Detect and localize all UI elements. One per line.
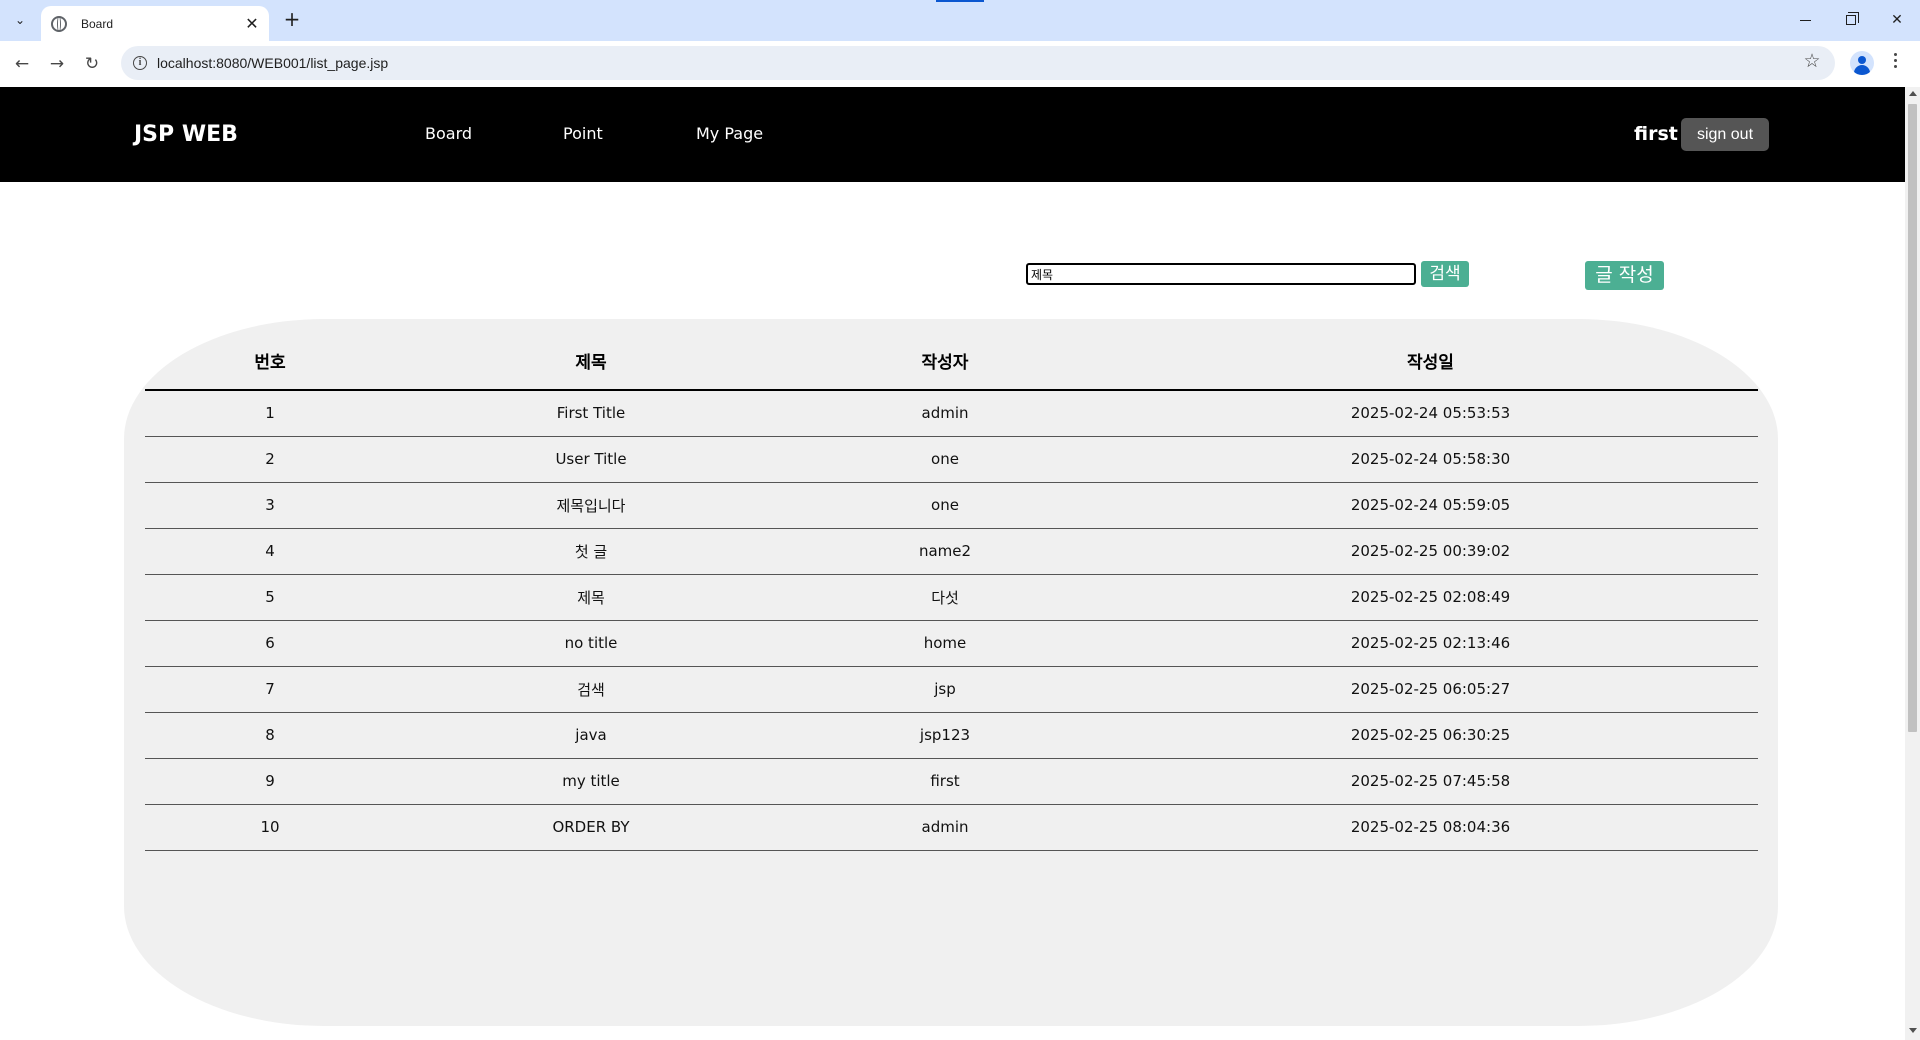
table-row[interactable]: 8 java jsp123 2025-02-25 06:30:25 (145, 712, 1758, 759)
cell-author: 다섯 (787, 574, 1103, 621)
cell-author: one (787, 436, 1103, 483)
plus-icon[interactable]: + (280, 8, 304, 32)
cell-author: home (787, 620, 1103, 667)
restore-icon[interactable] (1828, 0, 1874, 40)
cell-date: 2025-02-25 00:39:02 (1103, 528, 1758, 575)
cell-number: 8 (145, 712, 395, 759)
table-row[interactable]: 7 검색 jsp 2025-02-25 06:05:27 (145, 666, 1758, 713)
page-viewport: JSP WEB Board Point My Page first sign o… (0, 87, 1905, 1040)
back-arrow-icon[interactable]: ← (8, 50, 36, 78)
cell-author: admin (787, 390, 1103, 437)
cell-title[interactable]: First Title (395, 390, 787, 437)
cell-number: 6 (145, 620, 395, 667)
table-row[interactable]: 9 my title first 2025-02-25 07:45:58 (145, 758, 1758, 805)
cell-author: first (787, 758, 1103, 805)
cell-author: admin (787, 804, 1103, 851)
star-icon[interactable]: ☆ (1800, 50, 1824, 72)
header-title: 제목 (395, 332, 787, 391)
cell-author: one (787, 482, 1103, 529)
tab-strip-indicator (936, 0, 984, 2)
site-logo[interactable]: JSP WEB (134, 121, 238, 149)
site-header: JSP WEB Board Point My Page first sign o… (0, 87, 1905, 182)
table-row[interactable]: 10 ORDER BY admin 2025-02-25 08:04:36 (145, 804, 1758, 851)
search-button[interactable]: 검색 (1421, 261, 1469, 287)
tab-title: Board (81, 16, 114, 31)
table-row[interactable]: 2 User Title one 2025-02-24 05:58:30 (145, 436, 1758, 483)
close-icon[interactable]: ✕ (243, 14, 261, 33)
cell-title[interactable]: java (395, 712, 787, 759)
username: first (1634, 123, 1678, 145)
browser-tab[interactable]: Board ✕ (41, 6, 269, 41)
scroll-thumb[interactable] (1908, 104, 1917, 732)
cell-date: 2025-02-24 05:53:53 (1103, 390, 1758, 437)
url-text[interactable]: localhost:8080/WEB001/list_page.jsp (157, 53, 388, 73)
table-row[interactable]: 1 First Title admin 2025-02-24 05:53:53 (145, 390, 1758, 437)
cell-date: 2025-02-24 05:59:05 (1103, 482, 1758, 529)
cell-title[interactable]: 제목 (395, 574, 787, 621)
cell-author: name2 (787, 528, 1103, 575)
cell-date: 2025-02-25 02:08:49 (1103, 574, 1758, 621)
table-row[interactable]: 6 no title home 2025-02-25 02:13:46 (145, 620, 1758, 667)
nav-point[interactable]: Point (563, 123, 603, 145)
cell-title[interactable]: 첫 글 (395, 528, 787, 575)
table-row[interactable]: 4 첫 글 name2 2025-02-25 00:39:02 (145, 528, 1758, 575)
window-close-icon[interactable]: ✕ (1874, 0, 1920, 40)
tab-list-icon[interactable]: ⌄ (8, 8, 32, 32)
forward-arrow-icon[interactable]: → (43, 50, 71, 78)
cell-title[interactable]: 검색 (395, 666, 787, 713)
profile-icon[interactable] (1850, 51, 1874, 75)
nav-board[interactable]: Board (425, 123, 472, 145)
cell-date: 2025-02-25 06:30:25 (1103, 712, 1758, 759)
scroll-down-icon[interactable] (1909, 1028, 1917, 1033)
cell-number: 3 (145, 482, 395, 529)
minimize-icon[interactable] (1782, 0, 1828, 40)
table-row[interactable]: 5 제목 다섯 2025-02-25 02:08:49 (145, 574, 1758, 621)
cell-title[interactable]: ORDER BY (395, 804, 787, 851)
cell-number: 9 (145, 758, 395, 805)
cell-date: 2025-02-25 02:13:46 (1103, 620, 1758, 667)
cell-author: jsp123 (787, 712, 1103, 759)
page-scrollbar[interactable] (1905, 87, 1920, 1040)
cell-number: 5 (145, 574, 395, 621)
cell-title[interactable]: my title (395, 758, 787, 805)
reload-icon[interactable]: ↻ (78, 50, 106, 78)
cell-number: 2 (145, 436, 395, 483)
cell-author: jsp (787, 666, 1103, 713)
globe-icon (51, 15, 67, 32)
cell-title[interactable]: User Title (395, 436, 787, 483)
sign-out-button[interactable]: sign out (1681, 118, 1769, 151)
cell-number: 1 (145, 390, 395, 437)
more-vert-icon[interactable] (1890, 53, 1900, 68)
table-header-row: 번호 제목 작성자 작성일 (145, 332, 1758, 391)
cell-number: 10 (145, 804, 395, 851)
header-number: 번호 (145, 332, 395, 391)
table-row[interactable]: 3 제목입니다 one 2025-02-24 05:59:05 (145, 482, 1758, 529)
cell-number: 7 (145, 666, 395, 713)
header-author: 작성자 (787, 332, 1103, 391)
info-icon[interactable]: i (133, 56, 147, 70)
cell-title[interactable]: 제목입니다 (395, 482, 787, 529)
board-table: 번호 제목 작성자 작성일 1 First Title admin 2025-0… (145, 332, 1758, 851)
scroll-up-icon[interactable] (1909, 91, 1917, 96)
cell-date: 2025-02-25 07:45:58 (1103, 758, 1758, 805)
cell-number: 4 (145, 528, 395, 575)
nav-my-page[interactable]: My Page (696, 123, 763, 145)
cell-title[interactable]: no title (395, 620, 787, 667)
cell-date: 2025-02-25 06:05:27 (1103, 666, 1758, 713)
write-post-button[interactable]: 글 작성 (1585, 261, 1664, 290)
browser-tab-bar: ⌄ Board ✕ + ✕ (0, 0, 1920, 41)
cell-date: 2025-02-24 05:58:30 (1103, 436, 1758, 483)
header-date: 작성일 (1103, 332, 1758, 391)
cell-date: 2025-02-25 08:04:36 (1103, 804, 1758, 851)
search-input[interactable] (1026, 263, 1416, 285)
